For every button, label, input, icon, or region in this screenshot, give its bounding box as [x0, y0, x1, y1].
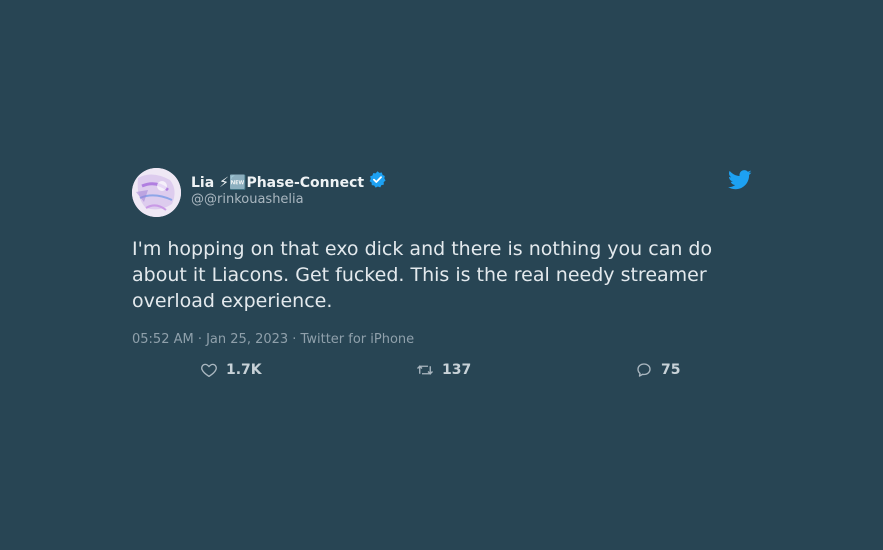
retweet-count: 137 — [442, 362, 472, 378]
reply-count: 75 — [661, 362, 681, 378]
author-org: Phase-Connect — [246, 174, 365, 191]
reply-button[interactable]: 75 — [635, 361, 680, 379]
like-count: 1.7K — [226, 362, 262, 378]
tweet-meta[interactable]: 05:52 AM · Jan 25, 2023 · Twitter for iP… — [132, 332, 752, 347]
author-emoji: ⚡🆕 — [219, 174, 247, 191]
retweet-icon — [417, 365, 433, 375]
tweet-text: I'm hopping on that exo dick and there i… — [132, 238, 713, 312]
heart-icon — [201, 363, 217, 378]
avatar-image — [132, 168, 181, 217]
retweet-button[interactable]: 137 — [416, 361, 471, 379]
avatar[interactable] — [132, 168, 181, 217]
tweet-card: Lia ⚡🆕 Phase-Connect @@rinkouashelia I'm… — [132, 168, 752, 385]
twitter-bird-icon[interactable] — [728, 169, 752, 191]
verified-badge-icon — [369, 171, 386, 188]
author-name: Lia — [191, 174, 215, 191]
tweet-header: Lia ⚡🆕 Phase-Connect @@rinkouashelia — [132, 168, 752, 218]
author-name-row[interactable]: Lia ⚡🆕 Phase-Connect — [191, 171, 387, 192]
like-button[interactable]: 1.7K — [200, 361, 262, 379]
author-handle[interactable]: @@rinkouashelia — [191, 192, 304, 207]
tweet-actions: 1.7K 137 75 — [132, 361, 752, 385]
reply-bubble-icon — [637, 363, 651, 377]
